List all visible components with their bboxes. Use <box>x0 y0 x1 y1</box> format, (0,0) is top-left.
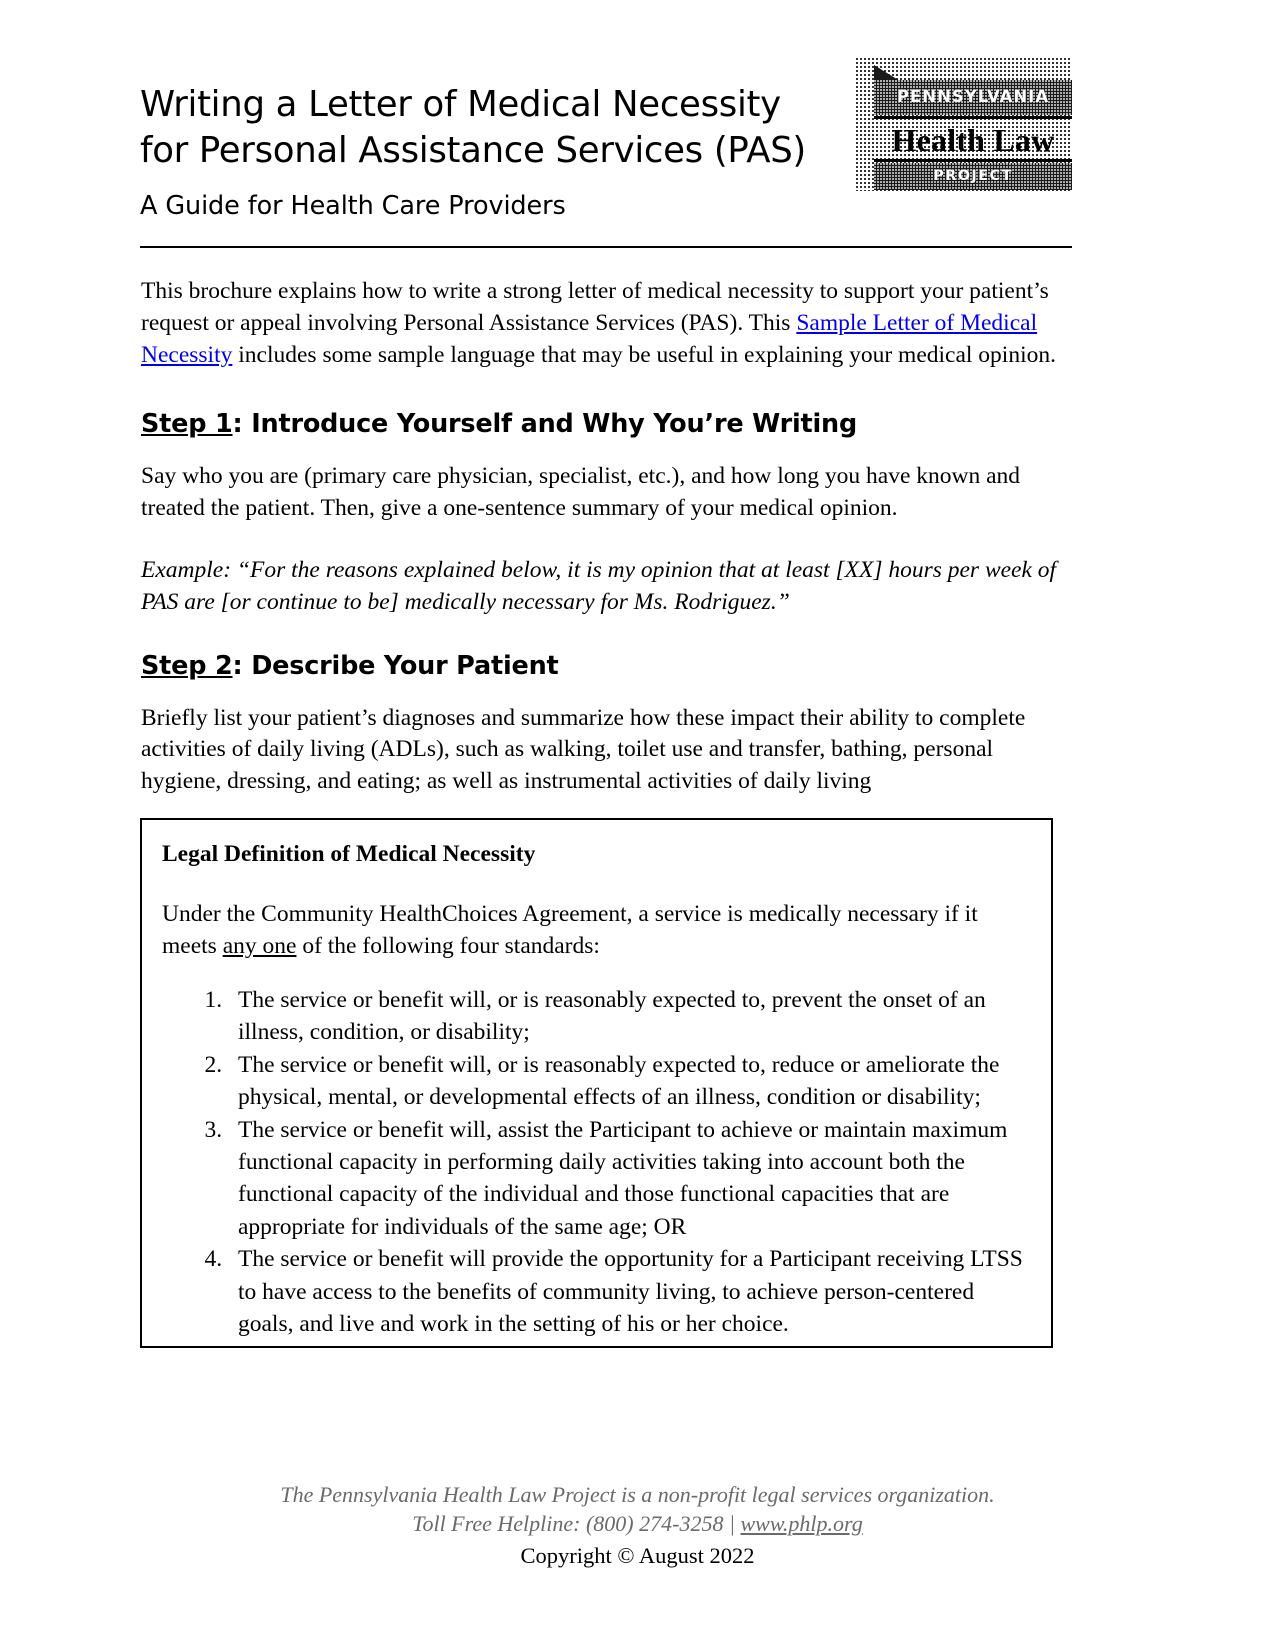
intro-paragraph: This brochure explains how to write a st… <box>141 276 1072 371</box>
logo-middle: Health Law <box>874 120 1072 160</box>
callout-title: Legal Definition of Medical Necessity <box>162 841 536 867</box>
phlp-logo: PENNSYLVANIA Health Law PROJECT <box>856 58 1072 191</box>
step-1-example: Example: “For the reasons explained belo… <box>141 556 1057 615</box>
step-2-label: Step 2 <box>141 650 233 681</box>
step-2-title: : Describe Your Patient <box>232 650 559 681</box>
phlp-website-link[interactable]: www.phlp.org <box>741 1511 863 1536</box>
footer-helpline-text: Toll Free Helpline: (800) 274-3258 | <box>412 1511 741 1536</box>
logo-band-top: PENNSYLVANIA <box>874 80 1072 115</box>
callout-intro-emphasis: any one <box>222 933 297 959</box>
document-footer: The Pennsylvania Health Law Project is a… <box>0 1480 1275 1571</box>
step-2-body: Briefly list your patient’s diagnoses an… <box>141 704 1026 795</box>
page-title-line-1: Writing a Letter of Medical Necessity <box>140 84 781 125</box>
list-item: The service or benefit will, assist the … <box>228 1114 1027 1244</box>
step-1-body: Say who you are (primary care physician,… <box>141 463 1021 522</box>
step-1-title: : Introduce Yourself and Why You’re Writ… <box>232 409 858 440</box>
document-header: Writing a Letter of Medical Necessity fo… <box>140 52 1075 247</box>
step-1-label: Step 1 <box>141 409 233 440</box>
step-1-heading: Step 1: Introduce Yourself and Why You’r… <box>141 409 1072 439</box>
logo-band-bottom-label: PROJECT <box>933 168 1013 185</box>
list-item: The service or benefit will, or is reaso… <box>228 984 1027 1049</box>
logo-middle-label: Health Law <box>891 122 1055 158</box>
footer-copyright: Copyright © August 2022 <box>520 1543 755 1568</box>
logo-divider-bottom <box>874 159 1072 162</box>
list-item: The service or benefit will, or is reaso… <box>228 1049 1027 1114</box>
step-2-heading: Step 2: Describe Your Patient <box>141 651 1072 681</box>
callout-intro: Under the Community HealthChoices Agreem… <box>162 898 1027 962</box>
legal-definition-callout: Legal Definition of Medical Necessity Un… <box>140 818 1053 1348</box>
document-page: Writing a Letter of Medical Necessity fo… <box>0 0 1275 1650</box>
footer-contact-line: Toll Free Helpline: (800) 274-3258 | www… <box>0 1509 1275 1538</box>
logo-keystone-notch <box>874 65 900 81</box>
intro-text-part-2: includes some sample language that may b… <box>232 341 1056 368</box>
header-divider <box>140 246 1072 248</box>
footer-org-line: The Pennsylvania Health Law Project is a… <box>280 1482 995 1507</box>
title-block: Writing a Letter of Medical Necessity fo… <box>140 82 840 221</box>
logo-divider-top <box>874 116 1072 119</box>
page-subtitle: A Guide for Health Care Providers <box>140 191 566 222</box>
callout-intro-part-2: of the following four standards: <box>296 933 600 959</box>
page-title-line-2: for Personal Assistance Services (PAS) <box>140 130 806 172</box>
logo-band-bottom: PROJECT <box>874 163 1072 190</box>
standards-list: The service or benefit will, or is reaso… <box>162 984 1027 1340</box>
list-item: The service or benefit will provide the … <box>228 1243 1027 1340</box>
logo-band-top-label: PENNSYLVANIA <box>896 87 1050 107</box>
document-body: This brochure explains how to write a st… <box>141 276 1072 798</box>
